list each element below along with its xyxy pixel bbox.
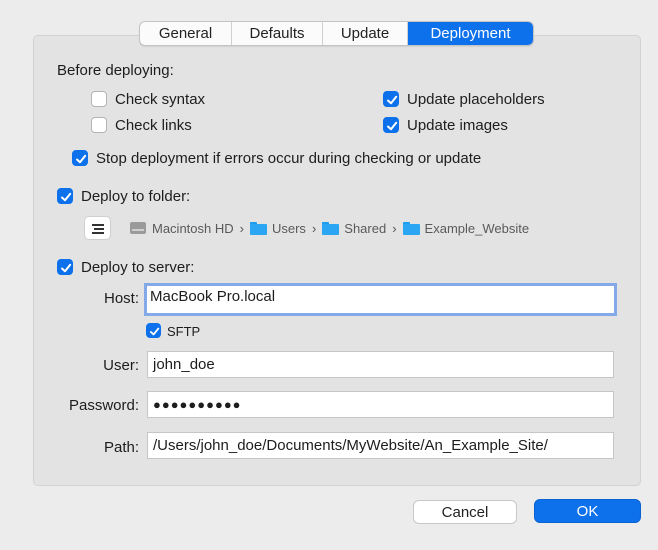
host-field[interactable]: MacBook Pro.local	[144, 283, 617, 316]
checkmark-icon	[149, 327, 160, 336]
checkmark-icon	[387, 95, 398, 105]
tab-update[interactable]: Update	[323, 22, 408, 45]
update-images-checkbox[interactable]	[383, 117, 399, 133]
path-label: Path:	[103, 439, 139, 456]
update-images-label: Update images	[407, 117, 508, 134]
stop-on-errors-label: Stop deployment if errors occur during c…	[96, 150, 482, 167]
folder-icon	[402, 221, 420, 235]
checkmark-icon	[76, 154, 87, 164]
user-field[interactable]: john_doe	[147, 351, 614, 378]
path-segment-label: Example_Website	[424, 220, 530, 236]
chevron-right-icon: ›	[311, 220, 317, 236]
path-segment[interactable]: Macintosh HD	[130, 221, 234, 236]
hard-drive-icon	[130, 222, 146, 234]
deploy-to-server-label: Deploy to server:	[81, 259, 195, 276]
path-segment-label: Macintosh HD	[152, 220, 234, 236]
path-segment[interactable]: Shared	[322, 221, 386, 236]
user-label: User:	[103, 357, 139, 374]
check-syntax-checkbox[interactable]	[91, 91, 107, 107]
list-icon	[92, 224, 104, 226]
update-placeholders-label: Update placeholders	[407, 91, 545, 108]
path-segment-label: Users	[271, 220, 306, 236]
stop-on-errors-checkbox[interactable]	[72, 150, 88, 166]
tab-deployment[interactable]: Deployment	[408, 22, 533, 45]
check-links-label: Check links	[115, 117, 192, 134]
chevron-right-icon: ›	[392, 220, 397, 236]
deploy-to-server-checkbox[interactable]	[57, 259, 73, 275]
ok-button[interactable]: OK	[534, 499, 641, 523]
cancel-button[interactable]: Cancel	[413, 500, 517, 524]
before-deploying-heading: Before deploying:	[57, 62, 174, 79]
host-label: Host:	[103, 290, 139, 307]
list-icon-line	[92, 232, 104, 234]
check-links-checkbox[interactable]	[91, 117, 107, 133]
folder-icon	[249, 221, 267, 235]
path-field[interactable]: /Users/john_doe/Documents/MyWebsite/An_E…	[147, 432, 614, 459]
path-segment[interactable]: Users	[249, 220, 306, 236]
folder-path-control[interactable]: Macintosh HD › Users › Shared › Example_…	[130, 219, 529, 237]
tab-bar: General Defaults Update Deployment	[139, 21, 534, 46]
deploy-to-folder-label: Deploy to folder:	[81, 188, 191, 205]
sftp-label: SFTP	[167, 324, 201, 339]
tab-defaults[interactable]: Defaults	[232, 22, 323, 45]
sftp-checkbox[interactable]	[146, 323, 161, 338]
chevron-right-icon: ›	[239, 220, 244, 236]
tab-general[interactable]: General	[140, 22, 232, 45]
update-placeholders-checkbox[interactable]	[383, 91, 399, 107]
checkmark-icon	[61, 263, 72, 273]
folder-chooser-button[interactable]	[84, 216, 111, 240]
list-icon-line	[94, 228, 104, 230]
path-segment[interactable]: Example_Website	[402, 220, 530, 236]
deploy-to-folder-checkbox[interactable]	[57, 188, 73, 204]
checkmark-icon	[61, 192, 72, 202]
check-syntax-label: Check syntax	[115, 91, 206, 108]
password-label: Password:	[68, 397, 139, 414]
folder-icon	[322, 221, 340, 235]
path-segment-label: Shared	[344, 220, 387, 236]
checkmark-icon	[387, 121, 398, 131]
password-field[interactable]: ●●●●●●●●●●	[147, 391, 614, 418]
